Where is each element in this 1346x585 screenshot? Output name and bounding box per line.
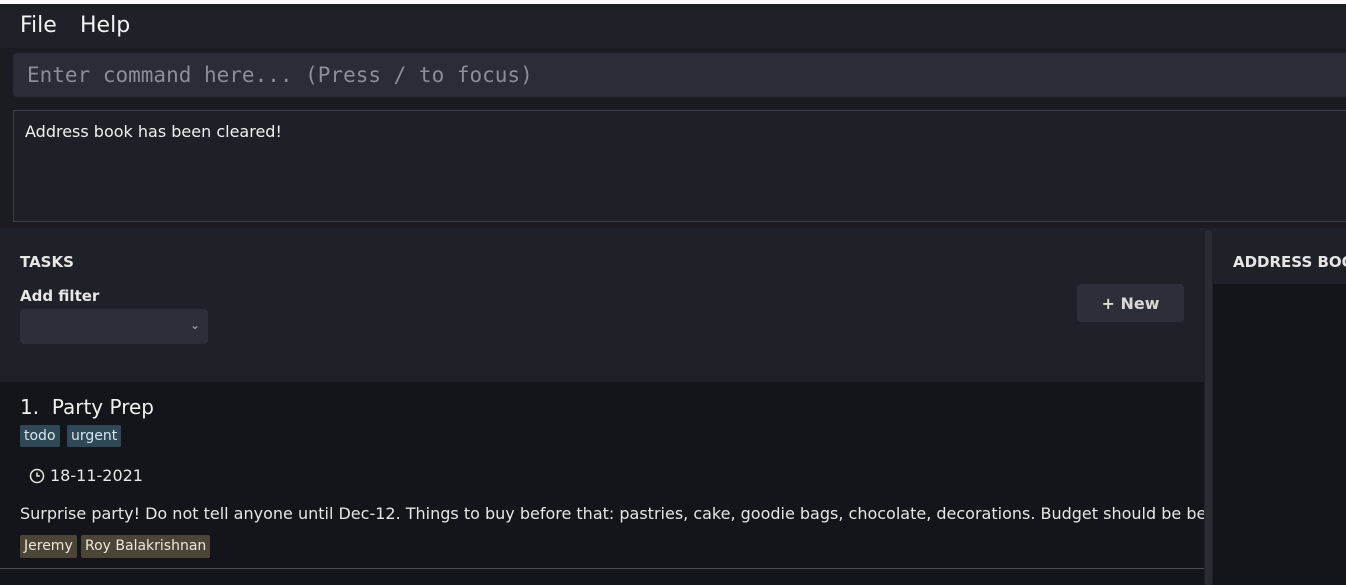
chevron-down-icon: ⌄ <box>189 318 200 332</box>
filter-dropdown[interactable]: ⌄ <box>20 309 208 344</box>
address-book-list <box>1213 284 1346 585</box>
task-person: Jeremy <box>20 535 77 558</box>
task-date: 18-11-2021 <box>29 466 143 485</box>
result-display: Address book has been cleared! <box>13 110 1346 222</box>
task-title: 1. Party Prep <box>20 395 154 419</box>
task-description: Surprise party! Do not tell anyone until… <box>20 504 1204 523</box>
tasks-list: 1. Party Prep todo urgent 18-11-2021 Sur… <box>0 382 1204 585</box>
task-tag: urgent <box>67 425 122 447</box>
task-name: Party Prep <box>51 395 154 419</box>
command-box <box>13 53 1346 97</box>
menu-bar: File Help <box>0 4 1346 48</box>
address-book-panel: ADDRESS BOO <box>1213 228 1346 585</box>
new-task-button[interactable]: + New <box>1077 284 1184 322</box>
task-date-text: 18-11-2021 <box>50 466 143 485</box>
clock-icon <box>29 468 45 483</box>
task-person: Roy Balakrishnan <box>81 535 211 558</box>
scrollbar[interactable] <box>1205 230 1212 585</box>
menu-help[interactable]: Help <box>80 13 130 38</box>
task-index: 1. <box>20 395 40 419</box>
address-book-title: ADDRESS BOO <box>1233 253 1346 271</box>
task-tag: todo <box>20 425 60 447</box>
command-input[interactable] <box>13 53 1346 97</box>
address-book-header: ADDRESS BOO <box>1213 228 1346 284</box>
tasks-title: TASKS <box>20 253 74 271</box>
filter-label: Add filter <box>20 287 100 305</box>
result-message: Address book has been cleared! <box>25 122 282 141</box>
tasks-panel-header: TASKS Add filter ⌄ + New <box>0 228 1204 382</box>
menu-file[interactable]: File <box>20 13 57 38</box>
task-card[interactable]: 1. Party Prep todo urgent 18-11-2021 Sur… <box>0 382 1204 569</box>
